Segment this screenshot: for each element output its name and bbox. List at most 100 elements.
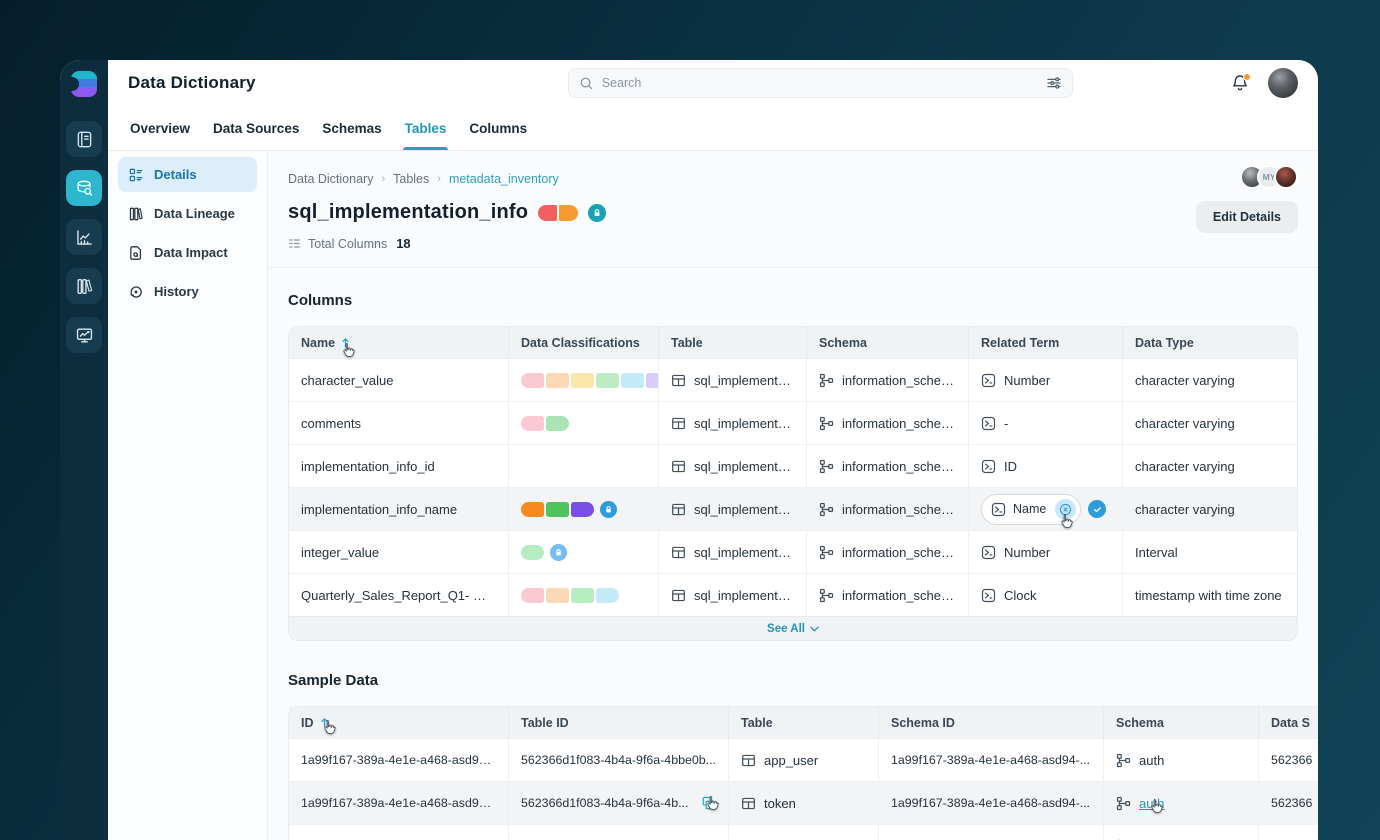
- tab-data-sources[interactable]: Data Sources: [213, 106, 299, 150]
- sort-ascending-icon[interactable]: [320, 717, 329, 728]
- subnav-label: History: [154, 284, 199, 299]
- library-icon[interactable]: [66, 268, 102, 304]
- table-row[interactable]: 1a99f167-389a-4e1e-a468-asd94-...562366d…: [289, 824, 1318, 840]
- filter-sliders-icon[interactable]: [1046, 75, 1062, 91]
- column-header[interactable]: ID: [289, 707, 509, 738]
- table-row[interactable]: implementation_info_id sql_implementation…: [289, 444, 1297, 487]
- details-icon: [129, 168, 143, 181]
- column-header-label: Data Classifications: [521, 335, 640, 350]
- search-input[interactable]: [601, 76, 1038, 90]
- column-header-label: Schema: [819, 335, 867, 350]
- app-title: Data Dictionary: [128, 73, 256, 92]
- cell-schema: information_schema: [807, 531, 969, 573]
- column-name: implementation_info_name: [301, 501, 458, 517]
- schema-icon: [819, 545, 834, 559]
- column-header-label: ID: [301, 715, 314, 730]
- confirm-term-button[interactable]: [1088, 500, 1107, 518]
- table-row[interactable]: comments sql_implementation_i... informati…: [289, 401, 1297, 444]
- column-header[interactable]: Schema: [1104, 707, 1259, 738]
- table-row[interactable]: 1a99f167-389a-4e1e-a468-asd94-...562366d…: [289, 738, 1318, 781]
- breadcrumb-data-dictionary[interactable]: Data Dictionary: [288, 172, 373, 186]
- table-name: token: [764, 795, 796, 811]
- tab-schemas[interactable]: Schemas: [322, 106, 381, 150]
- column-header[interactable]: Table ID: [509, 707, 729, 738]
- cell-table: data_source: [729, 825, 879, 840]
- breadcrumb-current[interactable]: metadata_inventory: [449, 172, 559, 186]
- column-header-label: Name: [301, 335, 336, 350]
- tab-columns[interactable]: Columns: [469, 106, 527, 150]
- column-header[interactable]: Table: [729, 707, 879, 738]
- cell-data-type: character varying: [1123, 359, 1297, 401]
- schema-icon: [819, 373, 834, 387]
- breadcrumb-separator: ›: [437, 173, 441, 185]
- column-header[interactable]: Data Type: [1123, 327, 1297, 358]
- cell-related-term: ID: [969, 445, 1123, 487]
- table-row[interactable]: Quarterly_Sales_Report_Q1- Q2_... sql_imp…: [289, 573, 1297, 616]
- collaborator-avatar[interactable]: [1274, 165, 1298, 189]
- table-header-row: ID Table ID Table Schema ID Schema Data S: [289, 707, 1318, 738]
- related-term-value: Number: [1004, 372, 1051, 388]
- database-search-icon[interactable]: [66, 170, 102, 206]
- cell-data-classifications: [509, 531, 659, 573]
- column-header[interactable]: Table: [659, 327, 807, 358]
- cell-related-term: Clock: [969, 574, 1123, 616]
- meta-row: Total Columns 18: [288, 236, 1298, 251]
- analytics-icon[interactable]: [66, 219, 102, 255]
- schema-icon: [1116, 753, 1131, 767]
- column-header[interactable]: Data Classifications: [509, 327, 659, 358]
- column-name: integer_value: [301, 544, 380, 560]
- related-term-value: Name: [1013, 502, 1047, 516]
- column-header[interactable]: Schema ID: [879, 707, 1104, 738]
- lineage-icon: [129, 207, 143, 220]
- table-name: sql_implementation_i...: [694, 372, 794, 388]
- related-term-input[interactable]: Name: [981, 493, 1082, 525]
- check-icon: [1093, 506, 1101, 512]
- classification-chips: [521, 543, 567, 561]
- related-term-editor: Name: [981, 493, 1107, 525]
- copy-icon: [702, 796, 715, 809]
- table-row[interactable]: integer_value sql_implementation_i... info…: [289, 530, 1297, 573]
- subnav-item-history[interactable]: History: [118, 274, 257, 309]
- cell-schema: information_schema: [807, 402, 969, 444]
- breadcrumb-separator: ›: [381, 173, 386, 185]
- search-bar[interactable]: [567, 68, 1073, 98]
- app-logo-icon[interactable]: [69, 71, 97, 97]
- column-header[interactable]: Data S: [1259, 707, 1318, 738]
- cell-related-term: Number: [969, 359, 1123, 401]
- copy-button[interactable]: [701, 796, 716, 811]
- cell-name: integer_value: [289, 531, 509, 573]
- table-row[interactable]: implementation_info_name sql_implementati…: [289, 487, 1297, 530]
- table-icon: [742, 754, 755, 766]
- remove-term-button[interactable]: [1055, 498, 1077, 520]
- cell-id: 1a99f167-389a-4e1e-a468-asd94-...: [289, 825, 509, 840]
- cell-data-type: character varying: [1123, 488, 1297, 530]
- column-header[interactable]: Related Term: [969, 327, 1123, 358]
- term-icon: [981, 373, 996, 387]
- tab-overview[interactable]: Overview: [130, 106, 190, 150]
- classification-chip: [546, 415, 569, 431]
- user-avatar[interactable]: [1268, 68, 1298, 98]
- table-row[interactable]: character_value sql_implementation_i... in…: [289, 358, 1297, 401]
- notebook-icon[interactable]: [66, 121, 102, 157]
- schema-link[interactable]: auth: [1139, 796, 1164, 811]
- tab-tables[interactable]: Tables: [402, 106, 449, 150]
- see-all-button[interactable]: See All: [767, 623, 819, 635]
- column-header[interactable]: Name: [289, 327, 509, 358]
- breadcrumb-tables[interactable]: Tables: [393, 172, 429, 186]
- table-header-row: Name Data Classifications Table Schema Relat…: [289, 327, 1297, 358]
- subnav-item-data-lineage[interactable]: Data Lineage: [118, 196, 257, 231]
- schema-name: auth: [1139, 752, 1165, 768]
- sort-ascending-icon[interactable]: [341, 337, 350, 348]
- notifications-bell-icon[interactable]: [1230, 73, 1251, 93]
- classification-chip: [546, 372, 569, 388]
- monitor-chart-icon[interactable]: [66, 317, 102, 353]
- edit-details-button[interactable]: Edit Details: [1195, 201, 1298, 233]
- subnav-item-data-impact[interactable]: Data Impact: [118, 235, 257, 270]
- table-row[interactable]: 1a99f167-389a-4e1e-a468-asd94-...562366d…: [289, 781, 1318, 824]
- table-icon: [672, 374, 685, 386]
- column-header[interactable]: Schema: [807, 327, 969, 358]
- cell-table: sql_implementation_i...: [659, 488, 807, 530]
- remove-icon: [1060, 503, 1072, 515]
- subnav-item-details[interactable]: Details: [118, 157, 257, 192]
- cell-schema: information_schema: [807, 488, 969, 530]
